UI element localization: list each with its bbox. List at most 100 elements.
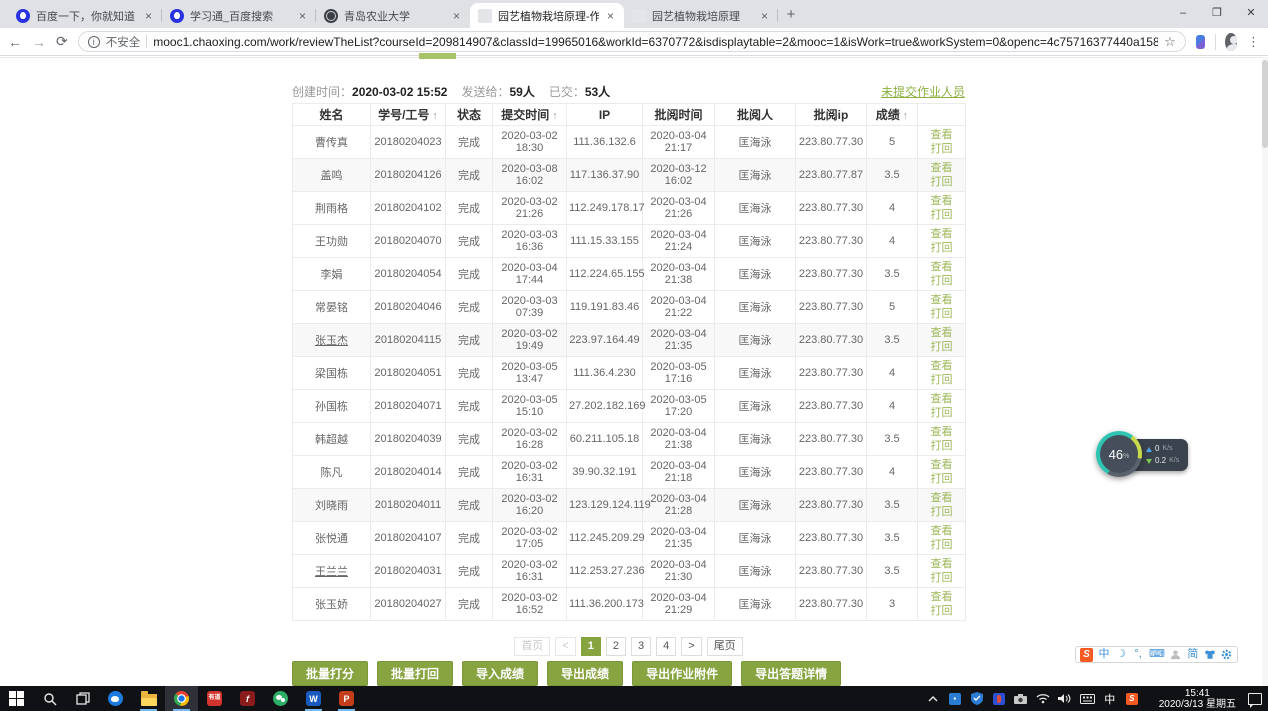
youdao-icon[interactable]: 有道 [198,686,231,711]
return-link[interactable]: 打回 [920,373,963,387]
view-link[interactable]: 查看 [920,458,963,472]
powerpoint-icon[interactable]: P [330,686,363,711]
return-link[interactable]: 打回 [920,274,963,288]
tab-close-icon[interactable]: × [451,9,462,23]
batch-button[interactable]: 批量打分 [292,661,368,686]
page-scrollbar[interactable] [1262,57,1268,686]
view-link[interactable]: 查看 [920,491,963,505]
batch-button[interactable]: 批量打回 [377,661,453,686]
sort-asc-icon[interactable]: ↑ [903,110,909,122]
action-center-icon[interactable] [1248,693,1262,705]
batch-button[interactable]: 导入成绩 [462,661,538,686]
file-explorer-icon[interactable] [132,686,165,711]
browser-tab[interactable]: 学习通_百度搜索× [162,3,316,28]
sogou-logo-icon[interactable]: S [1080,648,1093,662]
batch-button[interactable]: 导出答题详情 [741,661,841,686]
forward-icon[interactable]: → [32,34,46,50]
taskbar-search[interactable] [33,686,66,711]
close-button[interactable]: ✕ [1234,0,1268,28]
url-text[interactable]: mooc1.chaoxing.com/work/reviewTheList?co… [153,35,1158,49]
chinese-mode-icon[interactable]: 中 [1098,648,1110,662]
account-icon[interactable] [1170,648,1182,662]
return-link[interactable]: 打回 [920,241,963,255]
memory-gauge[interactable]: 46% [1096,431,1142,477]
reload-icon[interactable]: ⟳ [56,33,68,50]
view-link[interactable]: 查看 [920,326,963,340]
return-link[interactable]: 打回 [920,208,963,222]
simplified-icon[interactable]: 简 [1187,648,1199,662]
view-link[interactable]: 查看 [920,227,963,241]
return-link[interactable]: 打回 [920,604,963,618]
view-link[interactable]: 查看 [920,128,963,142]
extension-icon[interactable] [1196,35,1205,49]
browser-360-icon[interactable] [99,686,132,711]
return-link[interactable]: 打回 [920,175,963,189]
page-info-icon[interactable]: i [88,36,100,48]
tray-expand-icon[interactable] [926,691,940,707]
address-bar[interactable]: i 不安全 mooc1.chaoxing.com/work/reviewTheL… [78,31,1186,52]
skin-icon[interactable] [1204,648,1216,662]
settings-gear-icon[interactable] [1221,648,1233,662]
profile-avatar[interactable] [1225,33,1237,51]
wechat-icon[interactable] [264,686,297,711]
back-icon[interactable]: ← [8,34,22,50]
batch-button[interactable]: 导出成绩 [547,661,623,686]
return-link[interactable]: 打回 [920,406,963,420]
punctuation-icon[interactable]: °, [1132,648,1144,662]
pagination-first[interactable]: 首页 [514,637,550,656]
pagination-prev[interactable]: < [555,637,575,656]
wifi-icon[interactable] [1036,691,1050,707]
sort-asc-icon[interactable]: ↑ [432,110,438,122]
tab-close-icon[interactable]: × [297,9,308,23]
chrome-icon[interactable] [165,686,198,711]
browser-menu-icon[interactable]: ⋮ [1247,34,1260,50]
return-link[interactable]: 打回 [920,505,963,519]
task-view-button[interactable] [66,686,99,711]
name-value[interactable]: 张玉杰 [315,335,348,347]
return-link[interactable]: 打回 [920,571,963,585]
return-link[interactable]: 打回 [920,472,963,486]
view-link[interactable]: 查看 [920,260,963,274]
bookmark-star-icon[interactable]: ☆ [1164,34,1176,50]
soft-keyboard-icon[interactable]: ⌨ [1149,648,1165,662]
view-link[interactable]: 查看 [920,524,963,538]
view-link[interactable]: 查看 [920,293,963,307]
view-link[interactable]: 查看 [920,194,963,208]
column-header-sortable[interactable]: 成绩↑ [867,104,918,126]
speed-monitor-widget[interactable]: 0K/s 0.2K/s 46% [1096,431,1188,479]
scrollbar-thumb[interactable] [1262,60,1268,148]
minimize-button[interactable]: – [1166,0,1200,28]
view-link[interactable]: 查看 [920,590,963,604]
pagination-page-3[interactable]: 3 [631,637,651,656]
word-icon[interactable]: W [297,686,330,711]
return-link[interactable]: 打回 [920,538,963,552]
view-link[interactable]: 查看 [920,161,963,175]
fullwidth-moon-icon[interactable]: ☽ [1115,648,1127,662]
touch-keyboard-icon[interactable] [1080,691,1095,707]
browser-tab[interactable]: 百度一下，你就知道× [8,3,162,28]
start-button[interactable] [0,686,33,711]
browser-tab[interactable]: 青岛农业大学× [316,3,470,28]
view-link[interactable]: 查看 [920,425,963,439]
sort-asc-icon[interactable]: ↑ [552,110,558,122]
taskbar-clock[interactable]: 15:41 2020/3/13 星期五 [1155,688,1240,710]
pagination-next[interactable]: > [681,637,701,656]
flash-player-icon[interactable]: f [231,686,264,711]
new-tab-button[interactable]: + [778,3,804,28]
tab-close-icon[interactable]: × [605,9,616,23]
browser-tab[interactable]: 园艺植物栽培原理× [624,3,778,28]
maximize-button[interactable]: ❐ [1200,0,1234,28]
return-link[interactable]: 打回 [920,439,963,453]
pagination-page-1[interactable]: 1 [581,637,601,656]
pagination-page-4[interactable]: 4 [656,637,676,656]
pagination-last[interactable]: 尾页 [707,637,743,656]
usb-device-icon[interactable]: ▪ [948,691,962,707]
view-link[interactable]: 查看 [920,359,963,373]
column-header-sortable[interactable]: 学号/工号↑ [371,104,446,126]
sogou-tray-icon[interactable]: S [1125,691,1139,707]
tab-close-icon[interactable]: × [143,9,154,23]
column-header-sortable[interactable]: 提交时间↑ [493,104,567,126]
security-shield-icon[interactable] [970,691,984,707]
pagination-page-2[interactable]: 2 [606,637,626,656]
browser-tab[interactable]: 园艺植物栽培原理-作业× [470,3,624,28]
